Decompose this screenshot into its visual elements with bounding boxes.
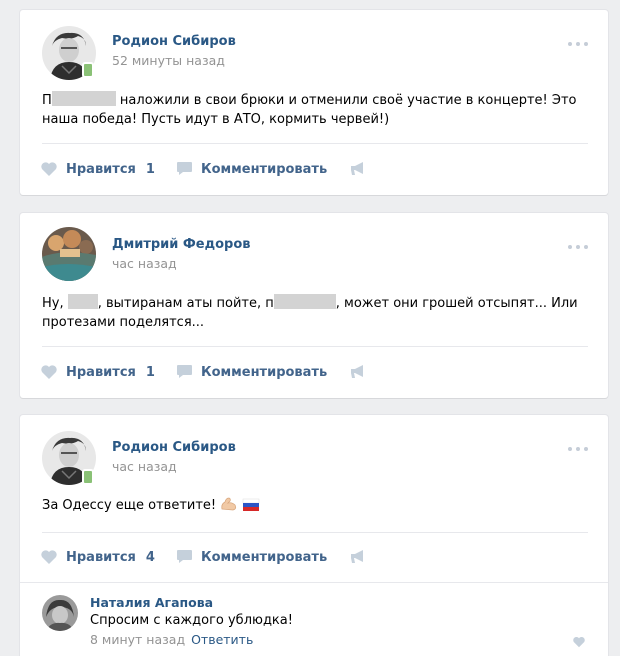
like-count: 1 xyxy=(145,364,155,380)
post-text: П наложили в свои брюки и отменили своё … xyxy=(42,91,590,129)
commenter-avatar[interactable] xyxy=(42,595,78,631)
comment-icon xyxy=(176,365,192,378)
share-button[interactable] xyxy=(349,549,375,565)
post-actions: Нравится 1 Комментировать xyxy=(40,362,375,382)
online-mobile-icon xyxy=(82,62,94,78)
post-text-part: За Одессу еще ответите! xyxy=(42,498,217,513)
post-text: За Одессу еще ответите! xyxy=(42,496,590,515)
comment-icon xyxy=(176,550,192,563)
post-author[interactable]: Родион Сибиров xyxy=(112,34,236,49)
share-button[interactable] xyxy=(349,364,375,380)
heart-icon xyxy=(41,550,57,564)
comment-like-button[interactable] xyxy=(572,636,586,652)
comment-label: Комментировать xyxy=(200,364,328,380)
comment-item: Наталия Агапова Спросим с каждого ублюдк… xyxy=(20,582,608,656)
reply-link[interactable]: Ответить xyxy=(191,632,253,647)
post-text-part: наложили в свои брюки и отменили своё уч… xyxy=(42,93,577,127)
more-dots-icon[interactable] xyxy=(568,40,588,48)
comment-time[interactable]: 8 минут назад xyxy=(90,632,185,647)
heart-icon xyxy=(41,162,57,176)
post-card: Дмитрий Федоров час назад Ну, , вытирана… xyxy=(20,213,608,398)
post-text-part: П xyxy=(42,93,52,108)
heart-icon xyxy=(41,365,57,379)
flexed-biceps-emoji xyxy=(221,497,237,511)
online-mobile-icon xyxy=(82,469,94,485)
comment-meta: 8 минут назад Ответить xyxy=(90,632,253,647)
post-actions: Нравится 1 Комментировать xyxy=(40,159,375,179)
post-time[interactable]: час назад xyxy=(112,459,177,474)
comment-button[interactable]: Комментировать xyxy=(176,549,327,565)
comment-button[interactable]: Комментировать xyxy=(176,364,327,380)
russian-flag-emoji xyxy=(243,498,260,511)
share-megaphone-icon xyxy=(351,550,364,563)
like-button[interactable]: Нравится 1 xyxy=(40,364,155,380)
post-author[interactable]: Родион Сибиров xyxy=(112,440,236,455)
comment-author[interactable]: Наталия Агапова xyxy=(90,595,213,610)
post-card: Родион Сибиров час назад За Одессу еще о… xyxy=(20,415,608,656)
post-divider xyxy=(42,346,588,347)
post-text: Ну, , вытиранам аты пойте, п, может они … xyxy=(42,294,590,332)
like-label: Нравится xyxy=(66,161,136,177)
redacted-text xyxy=(51,91,116,106)
more-dots-icon[interactable] xyxy=(568,243,588,251)
post-text-part: , вытиранам аты пойте, п xyxy=(97,296,274,311)
post-card: Родион Сибиров 52 минуты назад П наложил… xyxy=(20,10,608,195)
redacted-text xyxy=(273,294,336,309)
comment-button[interactable]: Комментировать xyxy=(176,161,327,177)
more-dots-icon[interactable] xyxy=(568,445,588,453)
redacted-text xyxy=(67,294,98,309)
post-actions: Нравится 4 Комментировать xyxy=(40,547,375,567)
post-divider xyxy=(42,532,588,533)
like-label: Нравится xyxy=(66,549,136,565)
comment-text: Спросим с каждого ублюдка! xyxy=(90,613,293,628)
share-megaphone-icon xyxy=(351,162,364,175)
post-time[interactable]: час назад xyxy=(112,256,177,271)
like-count: 1 xyxy=(145,161,155,177)
post-time[interactable]: 52 минуты назад xyxy=(112,53,225,68)
share-button[interactable] xyxy=(349,161,375,177)
comment-label: Комментировать xyxy=(200,549,328,565)
like-label: Нравится xyxy=(66,364,136,380)
comment-label: Комментировать xyxy=(200,161,328,177)
heart-icon xyxy=(573,636,585,648)
news-feed: Родион Сибиров 52 минуты назад П наложил… xyxy=(0,0,620,656)
comment-icon xyxy=(176,162,192,175)
like-button[interactable]: Нравится 1 xyxy=(40,161,155,177)
post-author[interactable]: Дмитрий Федоров xyxy=(112,237,251,252)
share-megaphone-icon xyxy=(351,365,364,378)
post-text-part: Ну, xyxy=(42,296,68,311)
post-divider xyxy=(42,143,588,144)
like-button[interactable]: Нравится 4 xyxy=(40,549,155,565)
author-avatar[interactable] xyxy=(42,227,96,281)
like-count: 4 xyxy=(145,549,155,565)
